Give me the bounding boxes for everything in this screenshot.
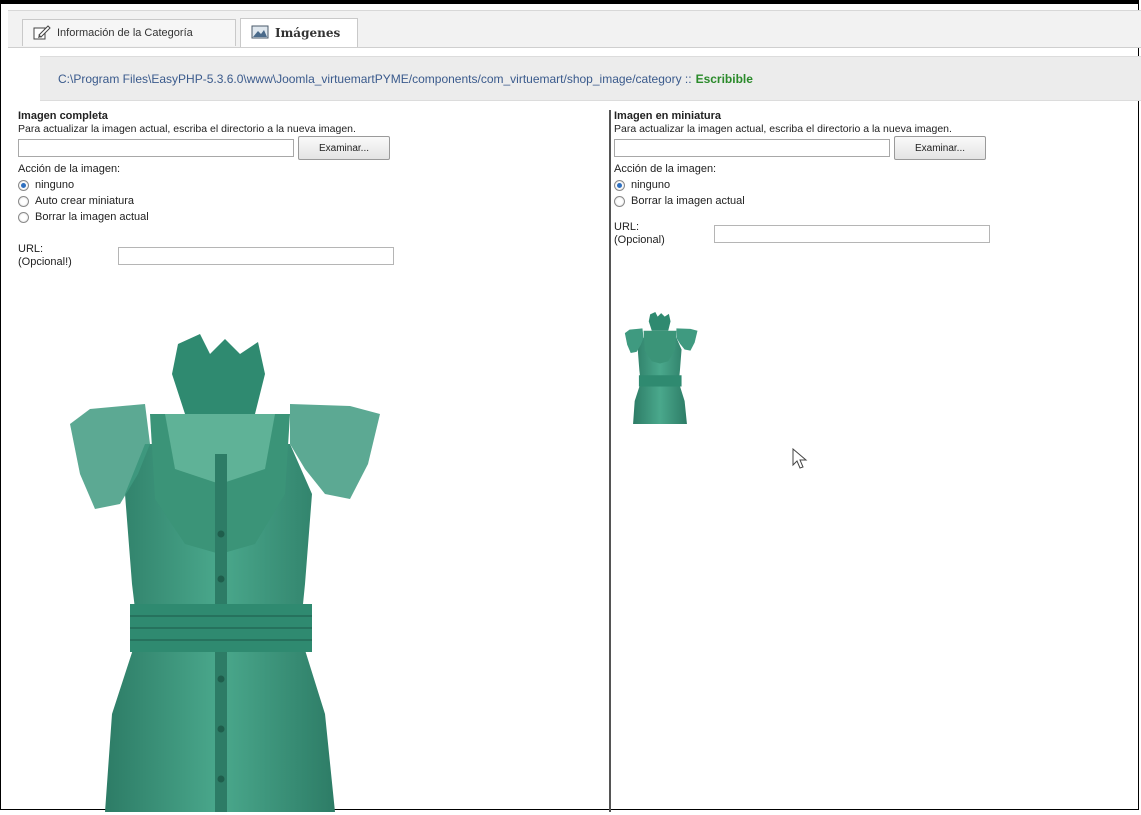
section-description: Para actualizar la imagen actual, escrib… <box>18 123 356 135</box>
radio-label: ninguno <box>35 179 75 191</box>
tab-label: Imágenes <box>275 26 341 40</box>
radio-option-none[interactable]: ninguno <box>614 177 1134 193</box>
file-path-input[interactable] <box>18 139 294 157</box>
radio-label: ninguno <box>631 179 671 191</box>
tab-images[interactable]: Imágenes <box>240 18 358 47</box>
directory-status-bar: C:\Program Files\EasyPHP-5.3.6.0\www\Joo… <box>40 56 1141 101</box>
section-heading: Imagen en miniatura <box>614 110 721 122</box>
radio-button-selected[interactable] <box>18 179 29 191</box>
tab-category-info[interactable]: Información de la Categoría <box>22 19 236 46</box>
radio-button-selected[interactable] <box>614 179 625 191</box>
url-row: URL: (Opcional) <box>614 221 1134 247</box>
browse-button[interactable]: Examinar... <box>298 136 390 160</box>
action-label: Acción de la imagen: <box>18 163 121 175</box>
image-icon <box>251 25 269 42</box>
tab-label: Información de la Categoría <box>57 27 193 39</box>
url-label-text: URL: <box>614 221 640 233</box>
url-label: URL: (Opcional) <box>614 221 714 247</box>
url-optional-text: (Opcional!) <box>18 256 72 268</box>
url-input[interactable] <box>714 225 990 243</box>
url-optional-text: (Opcional) <box>614 234 665 246</box>
radio-button[interactable] <box>614 195 625 207</box>
file-path-input[interactable] <box>614 139 890 157</box>
radio-option-none[interactable]: ninguno <box>18 177 578 193</box>
radio-button[interactable] <box>18 195 29 207</box>
section-heading: Imagen completa <box>18 110 108 122</box>
url-label-text: URL: <box>18 243 44 255</box>
mouse-cursor-icon <box>792 447 808 470</box>
section-description: Para actualizar la imagen actual, escrib… <box>614 123 952 135</box>
action-label: Acción de la imagen: <box>614 163 717 175</box>
thumbnail-section: Imagen en miniatura Para actualizar la i… <box>614 110 1134 247</box>
edit-icon <box>33 24 51 43</box>
radio-option-delete-image[interactable]: Borrar la imagen actual <box>18 209 578 225</box>
browse-button[interactable]: Examinar... <box>894 136 986 160</box>
url-input[interactable] <box>118 247 394 265</box>
thumbnail-product-image <box>620 312 700 424</box>
directory-path: C:\Program Files\EasyPHP-5.3.6.0\www\Joo… <box>58 71 692 86</box>
radio-label: Borrar la imagen actual <box>35 211 149 223</box>
writable-status: Escribible <box>695 71 753 86</box>
radio-option-auto-thumbnail[interactable]: Auto crear miniatura <box>18 193 578 209</box>
file-upload-row: Examinar... <box>614 136 1134 160</box>
radio-label: Auto crear miniatura <box>35 195 135 207</box>
tab-bar: Información de la Categoría Imágenes <box>8 10 1141 48</box>
url-row: URL: (Opcional!) <box>18 243 578 269</box>
radio-button[interactable] <box>18 211 29 223</box>
full-image-section: Imagen completa Para actualizar la image… <box>18 110 578 269</box>
radio-label: Borrar la imagen actual <box>631 195 745 207</box>
radio-option-delete-image[interactable]: Borrar la imagen actual <box>614 193 1134 209</box>
url-label: URL: (Opcional!) <box>18 243 118 269</box>
column-divider <box>609 110 611 812</box>
file-upload-row: Examinar... <box>18 136 578 160</box>
full-product-image <box>50 334 390 812</box>
